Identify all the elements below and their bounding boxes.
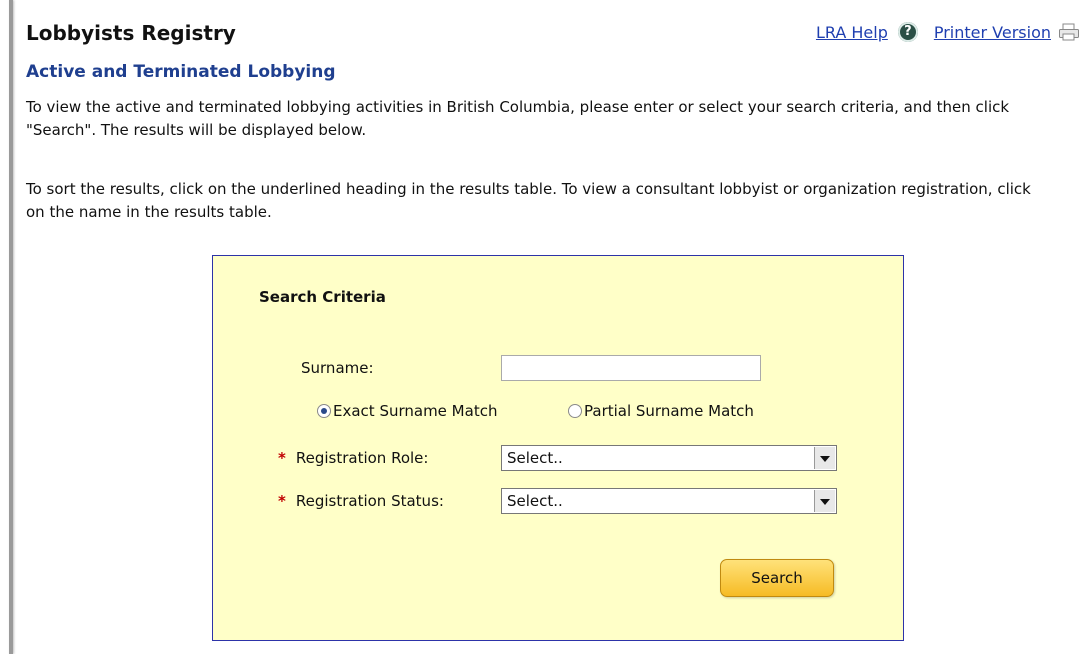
chevron-down-icon[interactable]	[814, 447, 835, 469]
content-area: Lobbyists Registry LRA Help ? Printer Ve…	[26, 0, 1086, 654]
instructions-paragraph: To view the active and terminated lobbyi…	[26, 98, 1010, 139]
page-left-border	[9, 0, 13, 654]
registration-status-value: Select..	[507, 492, 563, 510]
required-marker: *	[278, 492, 286, 510]
top-links: LRA Help ? Printer Version	[816, 22, 1080, 42]
partial-match-label[interactable]: Partial Surname Match	[584, 402, 754, 420]
page-title: Lobbyists Registry	[26, 21, 236, 45]
exact-match-radio[interactable]	[317, 404, 331, 418]
search-criteria-panel: Search Criteria Surname: Exact Surname M…	[212, 255, 904, 641]
registration-role-text: Registration Role:	[295, 449, 429, 467]
surname-input[interactable]	[501, 355, 761, 381]
required-marker: *	[278, 449, 286, 467]
help-circle-icon[interactable]: ?	[897, 22, 918, 42]
search-criteria-title: Search Criteria	[259, 288, 386, 306]
chevron-down-icon[interactable]	[814, 490, 835, 512]
lra-help-link[interactable]: LRA Help	[816, 23, 888, 42]
partial-match-radio[interactable]	[568, 404, 582, 418]
registration-role-label: * Registration Role:	[278, 449, 428, 467]
exact-match-option[interactable]: Exact Surname Match	[317, 402, 497, 420]
exact-match-label[interactable]: Exact Surname Match	[333, 402, 497, 420]
section-title: Active and Terminated Lobbying	[26, 62, 336, 82]
registration-status-label: * Registration Status:	[278, 492, 444, 510]
sorting-paragraph: To sort the results, click on the underl…	[26, 180, 1031, 221]
registration-role-select[interactable]: Select..	[501, 445, 837, 471]
printer-version-link[interactable]: Printer Version	[934, 23, 1051, 42]
search-button[interactable]: Search	[720, 559, 834, 597]
surname-label: Surname:	[301, 359, 374, 377]
partial-match-option[interactable]: Partial Surname Match	[568, 402, 754, 420]
registration-status-text: Registration Status:	[295, 492, 444, 510]
registration-role-value: Select..	[507, 449, 563, 467]
registration-status-select[interactable]: Select..	[501, 488, 837, 514]
printer-icon[interactable]	[1058, 23, 1080, 41]
